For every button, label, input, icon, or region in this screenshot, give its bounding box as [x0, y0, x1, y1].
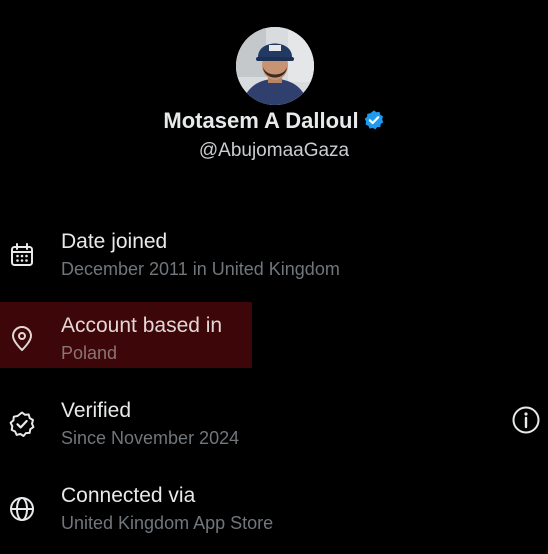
info-row-date-joined: Date joined December 2011 in United King…: [0, 221, 548, 291]
row-subtitle: Since November 2024: [61, 428, 240, 448]
user-handle: @AbujomaaGaza: [198, 140, 350, 161]
row-title: Verified: [61, 399, 132, 422]
profile-header: Motasem A Dalloul @AbujomaaGaza: [0, 0, 548, 170]
info-icon[interactable]: [511, 405, 541, 435]
calendar-icon: [8, 241, 36, 269]
row-subtitle: United Kingdom App Store: [61, 513, 274, 533]
display-name: Motasem A Dalloul: [163, 108, 359, 133]
verified-seal-icon: [8, 410, 36, 438]
row-title: Account based in: [61, 314, 223, 337]
row-subtitle: December 2011 in United Kingdom: [61, 259, 340, 279]
display-name-row: Motasem A Dalloul: [0, 108, 548, 137]
globe-icon: [8, 495, 36, 523]
avatar[interactable]: [236, 27, 314, 105]
verified-badge-icon: [363, 109, 385, 137]
row-subtitle: Poland: [61, 343, 118, 363]
row-title: Date joined: [61, 230, 168, 253]
info-row-connected-via: Connected via United Kingdom App Store: [0, 475, 548, 545]
info-row-account-based-in: Account based in Poland: [0, 305, 548, 375]
location-pin-icon: [8, 325, 36, 353]
info-row-verified: Verified Since November 2024: [0, 390, 548, 460]
row-title: Connected via: [61, 484, 196, 507]
